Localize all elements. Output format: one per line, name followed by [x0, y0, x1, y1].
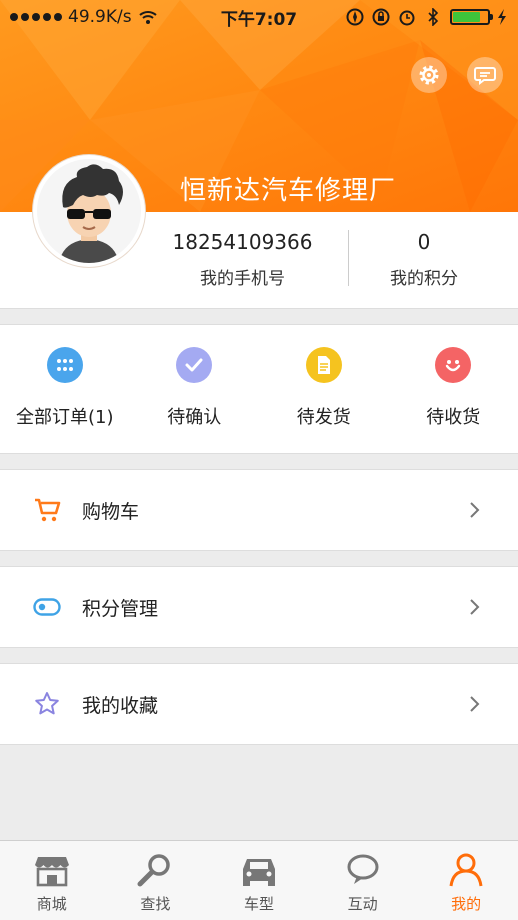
- smile-icon: [435, 347, 472, 383]
- order-all[interactable]: 全部订单(1): [0, 325, 130, 453]
- avatar[interactable]: [33, 155, 145, 267]
- document-icon: [305, 347, 342, 383]
- chevron-right-icon: [470, 599, 480, 615]
- magnifier-icon: [135, 851, 175, 889]
- points-label: 我的积分: [390, 269, 458, 289]
- battery-level: [453, 12, 481, 22]
- menu-shopping-cart-label: 购物车: [82, 500, 140, 523]
- message-button[interactable]: [467, 57, 503, 93]
- points-value: 0: [417, 230, 431, 254]
- tab-shop[interactable]: 商城: [0, 841, 104, 920]
- bottom-tab-bar: 商城 查找 车型 互动 我的: [0, 840, 518, 920]
- points-block[interactable]: 0 我的积分: [350, 230, 498, 289]
- menu-shopping-cart[interactable]: 购物车: [0, 469, 518, 551]
- battery-icon: [450, 9, 493, 25]
- order-pending-ship[interactable]: 待发货: [259, 325, 389, 453]
- menu-points-management[interactable]: 积分管理: [0, 566, 518, 648]
- menu-my-favorites[interactable]: 我的收藏: [0, 663, 518, 745]
- rotation-lock-icon: [372, 8, 390, 26]
- tab-car-models[interactable]: 车型: [207, 841, 311, 920]
- order-pending-ship-label: 待发货: [296, 407, 351, 428]
- network-speed: 49.9K/s: [68, 7, 132, 27]
- tab-shop-label: 商城: [36, 895, 67, 913]
- tab-mine-label: 我的: [451, 895, 482, 913]
- alarm-icon: [398, 8, 416, 26]
- toggle-icon: [32, 592, 62, 622]
- wifi-icon: [138, 11, 157, 24]
- person-icon: [446, 851, 486, 889]
- order-pending-receive-label: 待收货: [426, 407, 481, 428]
- grid-dots-icon: [46, 347, 83, 383]
- phone-number: 18254109366: [172, 230, 313, 254]
- tab-mine[interactable]: 我的: [414, 841, 518, 920]
- phone-block: 18254109366 我的手机号: [140, 230, 345, 289]
- tab-interact-label: 互动: [347, 895, 378, 913]
- shop-icon: [32, 851, 72, 889]
- phone-label: 我的手机号: [200, 269, 285, 289]
- menu-points-management-label: 积分管理: [82, 597, 159, 620]
- order-pending-confirm-label: 待确认: [167, 407, 222, 428]
- bluetooth-icon: [424, 8, 442, 26]
- order-pending-confirm[interactable]: 待确认: [130, 325, 260, 453]
- order-pending-receive[interactable]: 待收货: [389, 325, 518, 453]
- divider: [348, 230, 349, 286]
- signal-icon: [10, 13, 62, 21]
- order-status-bar: 全部订单(1) 待确认 待发货 待收货: [0, 324, 518, 454]
- status-bar: 49.9K/s 下午7:07: [0, 0, 518, 34]
- chat-icon: [343, 851, 383, 889]
- tab-car-models-label: 车型: [243, 895, 274, 913]
- tab-search[interactable]: 查找: [104, 841, 208, 920]
- chevron-right-icon: [470, 502, 480, 518]
- avatar-image: [37, 159, 141, 263]
- cart-icon: [32, 495, 62, 525]
- menu-my-favorites-label: 我的收藏: [82, 694, 159, 717]
- location-icon: [346, 8, 364, 26]
- shop-name: 恒新达汽车修理厂: [180, 176, 397, 206]
- charging-icon: [498, 9, 506, 25]
- star-icon: [32, 689, 62, 719]
- chat-bubble-icon: [474, 67, 496, 85]
- car-icon: [239, 851, 279, 889]
- tab-search-label: 查找: [140, 895, 171, 913]
- settings-button[interactable]: [411, 57, 447, 93]
- tab-interact[interactable]: 互动: [311, 841, 415, 920]
- gear-icon: [419, 65, 439, 85]
- chevron-right-icon: [470, 696, 480, 712]
- order-all-label: 全部订单(1): [16, 407, 114, 428]
- checkmark-icon: [176, 347, 213, 383]
